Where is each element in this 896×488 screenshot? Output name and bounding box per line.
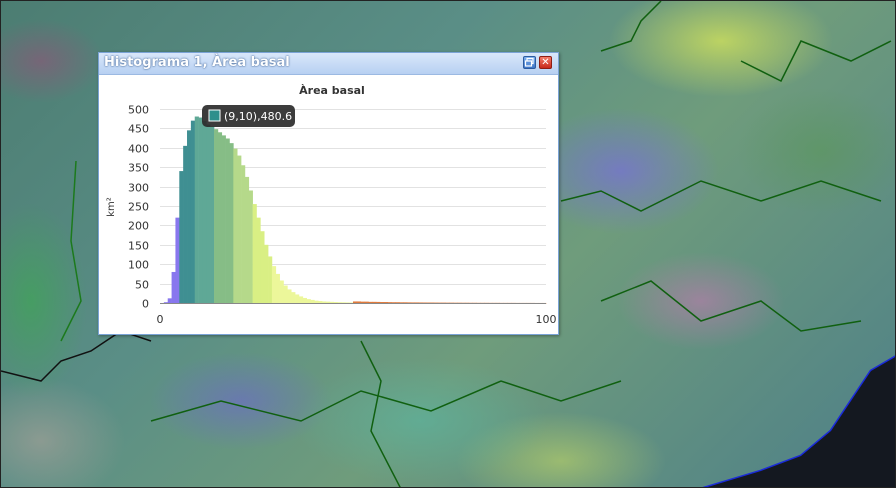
window-title: Histograma 1, Àrea basal	[104, 55, 290, 70]
histogram-bar[interactable]	[291, 292, 296, 303]
histogram-bar[interactable]	[241, 165, 246, 303]
histogram-bar[interactable]	[302, 297, 307, 303]
y-tick-label: 50	[135, 279, 149, 292]
histogram-bar[interactable]	[256, 217, 261, 303]
histogram-bar[interactable]	[206, 124, 211, 303]
chart-title: Àrea basal	[299, 84, 365, 97]
histogram-bar[interactable]	[210, 126, 215, 304]
histogram-bar[interactable]	[391, 302, 396, 304]
histogram-bar[interactable]	[233, 148, 238, 303]
histogram-bar[interactable]	[217, 132, 223, 303]
y-tick-label: 100	[128, 259, 149, 272]
histogram-bar[interactable]	[175, 217, 180, 303]
histogram-bar[interactable]	[225, 138, 230, 303]
restore-window-button[interactable]	[523, 56, 536, 69]
histogram-bar[interactable]	[376, 301, 381, 303]
y-tick-label: 500	[128, 104, 149, 117]
region-border	[740, 40, 892, 83]
histogram-bars[interactable]	[163, 116, 547, 304]
region-border	[560, 180, 882, 212]
y-tick-label: 450	[128, 123, 149, 136]
region-border	[1, 330, 152, 382]
histogram-bar[interactable]	[271, 266, 277, 303]
chart-canvas[interactable]: Àrea basal km² 0 50 100 150 200 250 300 350 400 4…	[99, 75, 558, 334]
region-border	[360, 340, 401, 487]
x-tick-label: 100	[536, 313, 557, 326]
histogram-bar[interactable]	[364, 301, 369, 303]
histogram-bar[interactable]	[380, 302, 385, 303]
histogram-window[interactable]: Histograma 1, Àrea basal ✕ Àrea basal km…	[98, 52, 559, 335]
histogram-bar[interactable]	[356, 301, 362, 303]
region-border	[600, 280, 862, 332]
map-view[interactable]: Histograma 1, Àrea basal ✕ Àrea basal km…	[0, 0, 896, 488]
histogram-bar[interactable]	[283, 285, 288, 303]
histogram-bar[interactable]	[244, 176, 250, 303]
histogram-bar[interactable]	[202, 120, 207, 303]
tooltip-text: (9,10),480.6	[224, 110, 292, 123]
y-tick-label: 350	[128, 162, 149, 175]
histogram-bar[interactable]	[337, 302, 342, 304]
histogram-bar[interactable]	[387, 302, 392, 303]
close-icon: ✕	[541, 57, 550, 68]
y-tick-label: 400	[128, 143, 149, 156]
histogram-bar[interactable]	[322, 301, 327, 303]
histogram-bar[interactable]	[237, 155, 242, 303]
histogram-bar[interactable]	[403, 302, 408, 304]
y-tick-label: 0	[142, 298, 149, 311]
histogram-bar[interactable]	[252, 204, 257, 303]
histogram-bar[interactable]	[360, 301, 365, 303]
histogram-bar[interactable]	[260, 231, 265, 303]
restore-window-icon	[524, 57, 534, 67]
chart-tooltip: (9,10),480.6	[202, 105, 295, 127]
histogram-bar[interactable]	[183, 145, 188, 303]
y-tick-label: 250	[128, 201, 149, 214]
histogram-bar[interactable]	[163, 302, 169, 304]
histogram-bar[interactable]	[325, 301, 331, 303]
histogram-bar[interactable]	[395, 302, 400, 304]
histogram-bar[interactable]	[383, 302, 389, 303]
histogram-bar[interactable]	[279, 280, 284, 304]
histogram-bar[interactable]	[399, 302, 404, 304]
tooltip-swatch	[208, 109, 221, 122]
y-axis-ticks: 0 50 100 150 200 250 300 350 400 450 500	[128, 104, 149, 311]
window-titlebar[interactable]: Histograma 1, Àrea basal ✕	[99, 53, 558, 75]
y-tick-label: 200	[128, 220, 149, 233]
histogram-bar[interactable]	[287, 289, 292, 303]
histogram-bar[interactable]	[268, 256, 273, 303]
y-axis-label: km²	[106, 197, 117, 217]
region-border	[150, 380, 622, 422]
region-border	[600, 1, 662, 52]
histogram-bar[interactable]	[190, 120, 196, 303]
histogram-bar[interactable]	[353, 301, 358, 303]
histogram-bar[interactable]	[372, 301, 377, 303]
histogram-chart[interactable]: Àrea basal km² 0 50 100 150 200 250 300 350 400 4…	[99, 75, 558, 334]
histogram-bar[interactable]	[214, 129, 219, 303]
histogram-bar[interactable]	[198, 117, 203, 303]
histogram-bar[interactable]	[298, 296, 304, 303]
histogram-bar[interactable]	[264, 244, 269, 303]
histogram-bar[interactable]	[368, 301, 373, 303]
histogram-bar[interactable]	[329, 301, 334, 303]
histogram-bar[interactable]	[248, 190, 253, 303]
histogram-bar[interactable]	[310, 299, 315, 303]
histogram-bar[interactable]	[318, 301, 323, 303]
histogram-bar[interactable]	[194, 116, 199, 303]
close-window-button[interactable]: ✕	[539, 56, 552, 69]
histogram-bar[interactable]	[229, 143, 234, 303]
histogram-bar[interactable]	[295, 294, 300, 303]
y-tick-label: 150	[128, 240, 149, 253]
histogram-bar[interactable]	[306, 299, 311, 303]
histogram-bar[interactable]	[333, 302, 338, 303]
histogram-bar[interactable]	[179, 171, 184, 303]
y-tick-label: 300	[128, 182, 149, 195]
histogram-bar[interactable]	[167, 298, 172, 303]
histogram-bar[interactable]	[187, 130, 192, 303]
x-tick-label: 0	[157, 313, 164, 326]
histogram-bar[interactable]	[341, 302, 346, 304]
histogram-bar[interactable]	[314, 300, 319, 303]
region-border	[60, 160, 82, 342]
histogram-bar[interactable]	[171, 271, 176, 303]
histogram-bar[interactable]	[275, 273, 280, 303]
histogram-bar[interactable]	[221, 135, 226, 303]
